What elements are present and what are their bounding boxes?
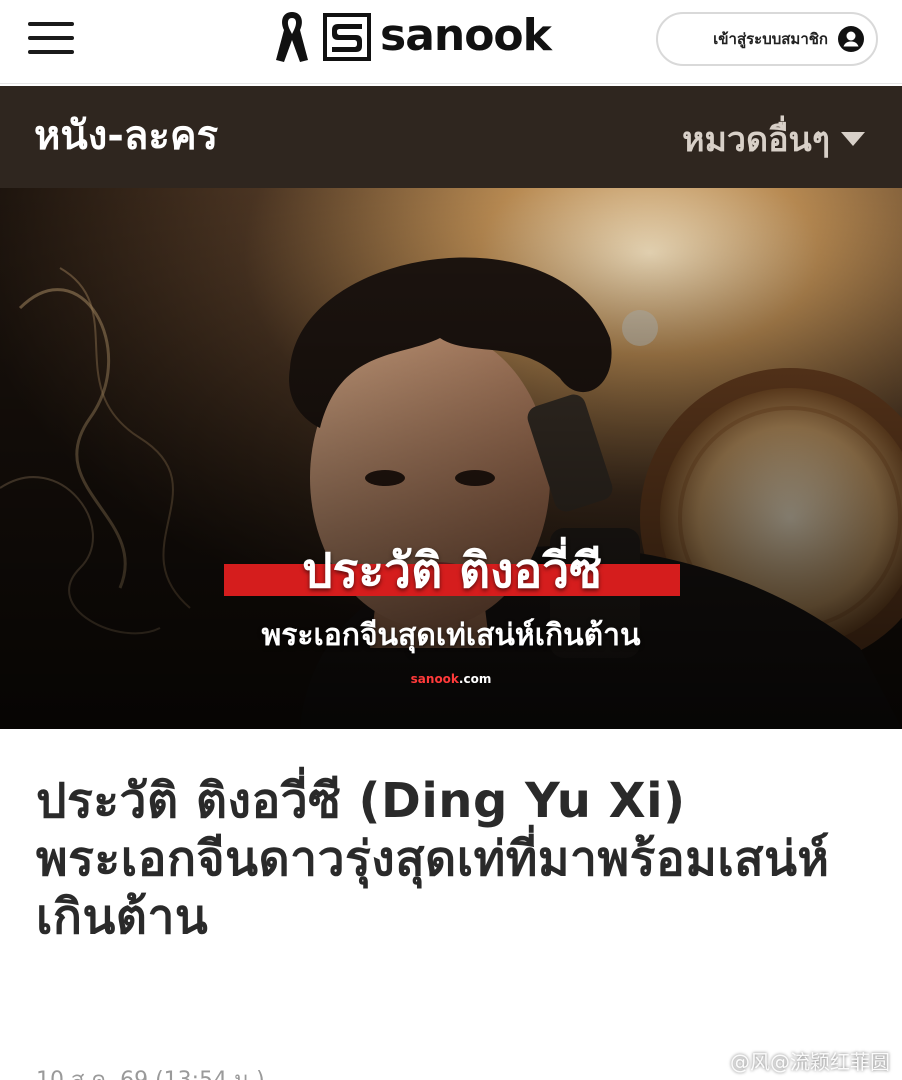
site-header: sanook เข้าสู่ระบบสมาชิก: [0, 0, 902, 84]
sanook-s-logo-icon[interactable]: [322, 12, 372, 62]
chevron-down-icon: [841, 132, 865, 146]
menu-line: [28, 22, 74, 26]
category-bar: หนัง-ละคร หมวดอื่นๆ: [0, 86, 902, 188]
login-label: เข้าสู่ระบบสมาชิก: [713, 30, 828, 48]
article-date: 10 ส.ค. 69 (13:54 น.): [36, 1062, 265, 1080]
hero-brand-domain: .com: [458, 672, 492, 686]
other-categories-dropdown[interactable]: หมวดอื่นๆ: [682, 112, 866, 166]
menu-line: [28, 50, 74, 54]
site-logo-text[interactable]: sanook: [380, 8, 552, 64]
hero-brand-name: sanook: [410, 672, 459, 686]
hero-image[interactable]: ประวัติ ติงอวี่ซี พระเอกจีนสุดเท่เสน่ห์เ…: [0, 188, 902, 729]
hero-title-line1: ประวัติ ติงอวี่ซี: [224, 540, 680, 602]
hero-brand-watermark: sanook.com: [0, 672, 902, 686]
article-headline: ประวัติ ติงอวี่ซี (Ding Yu Xi) พระเอกจีน…: [36, 773, 830, 945]
user-icon: [838, 26, 864, 52]
hero-subtitle: พระเอกจีนสุดเท่เสน่ห์เกินต้าน: [261, 618, 641, 653]
image-watermark: @风@流颖红菲圆: [730, 1050, 890, 1074]
category-title[interactable]: หนัง-ละคร: [34, 108, 218, 164]
member-login-button[interactable]: เข้าสู่ระบบสมาชิก: [656, 12, 878, 66]
hamburger-menu-icon[interactable]: [28, 22, 74, 54]
other-categories-label: หมวดอื่นๆ: [682, 120, 830, 160]
mourning-ribbon-icon: [276, 12, 308, 62]
hero-title-text: ประวัติ ติงอวี่ซี: [302, 543, 602, 599]
menu-line: [28, 36, 74, 40]
